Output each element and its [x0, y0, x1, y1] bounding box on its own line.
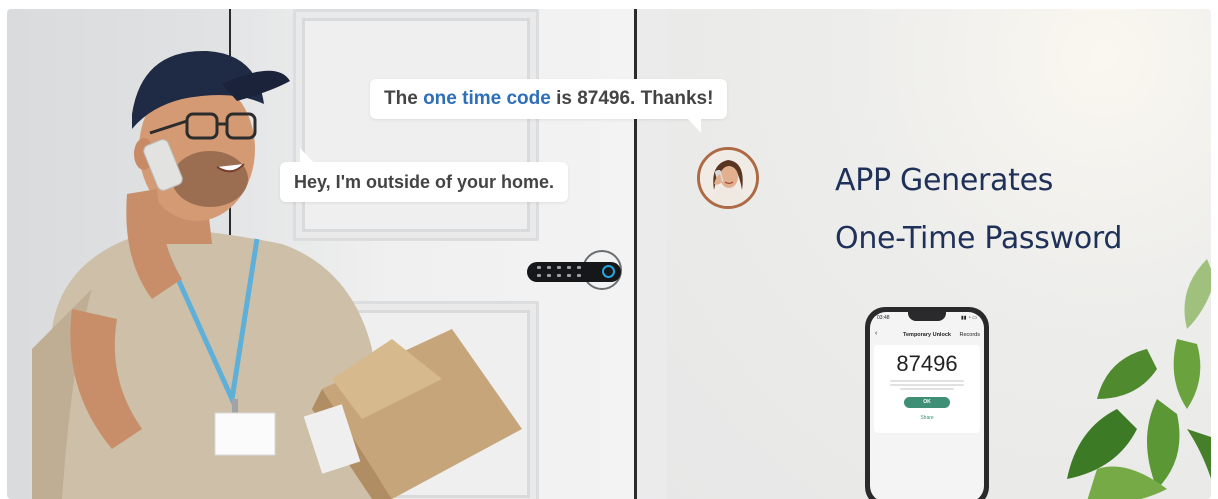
- plant-leaves: [1067, 259, 1211, 499]
- fingerprint-sensor-icon: [602, 265, 615, 278]
- share-button[interactable]: Share: [904, 413, 950, 424]
- keypad-key: [577, 266, 581, 269]
- code-message-highlight: one time code: [423, 88, 551, 109]
- code-message-part1: The: [384, 88, 424, 109]
- phone-screen: 03:48 ▮▮ ◔ ▭ ‹ Temporary Unlock Records …: [870, 312, 984, 499]
- code-message-part2: is 87496. Thanks!: [550, 88, 714, 109]
- keypad-key: [577, 274, 581, 277]
- outside-message: Hey, I'm outside of your home.: [294, 172, 554, 192]
- banner: The one time code is 87496. Thanks! Hey,…: [7, 9, 1211, 499]
- keypad-key: [557, 266, 561, 269]
- ok-button[interactable]: OK: [904, 397, 950, 408]
- keypad-key: [557, 274, 561, 277]
- homeowner-avatar: [697, 147, 759, 209]
- code-hint: [882, 378, 972, 392]
- one-time-code: 87496: [896, 351, 958, 376]
- outside-speech-bubble: Hey, I'm outside of your home.: [280, 148, 568, 202]
- keypad-key: [567, 274, 571, 277]
- status-time: 03:48: [877, 315, 890, 321]
- records-link[interactable]: Records: [960, 332, 980, 338]
- code-speech-bubble: The one time code is 87496. Thanks!: [370, 79, 728, 133]
- app-navbar: ‹ Temporary Unlock Records: [870, 329, 984, 343]
- phone-mockup: 03:48 ▮▮ ◔ ▭ ‹ Temporary Unlock Records …: [865, 307, 989, 499]
- status-icons: ▮▮ ◔ ▭: [960, 315, 977, 321]
- code-card: 87496 OK Share: [874, 345, 980, 433]
- keypad-key: [567, 266, 571, 269]
- phone-notch: [908, 312, 946, 321]
- headline-line1: APP Generates: [835, 163, 1054, 198]
